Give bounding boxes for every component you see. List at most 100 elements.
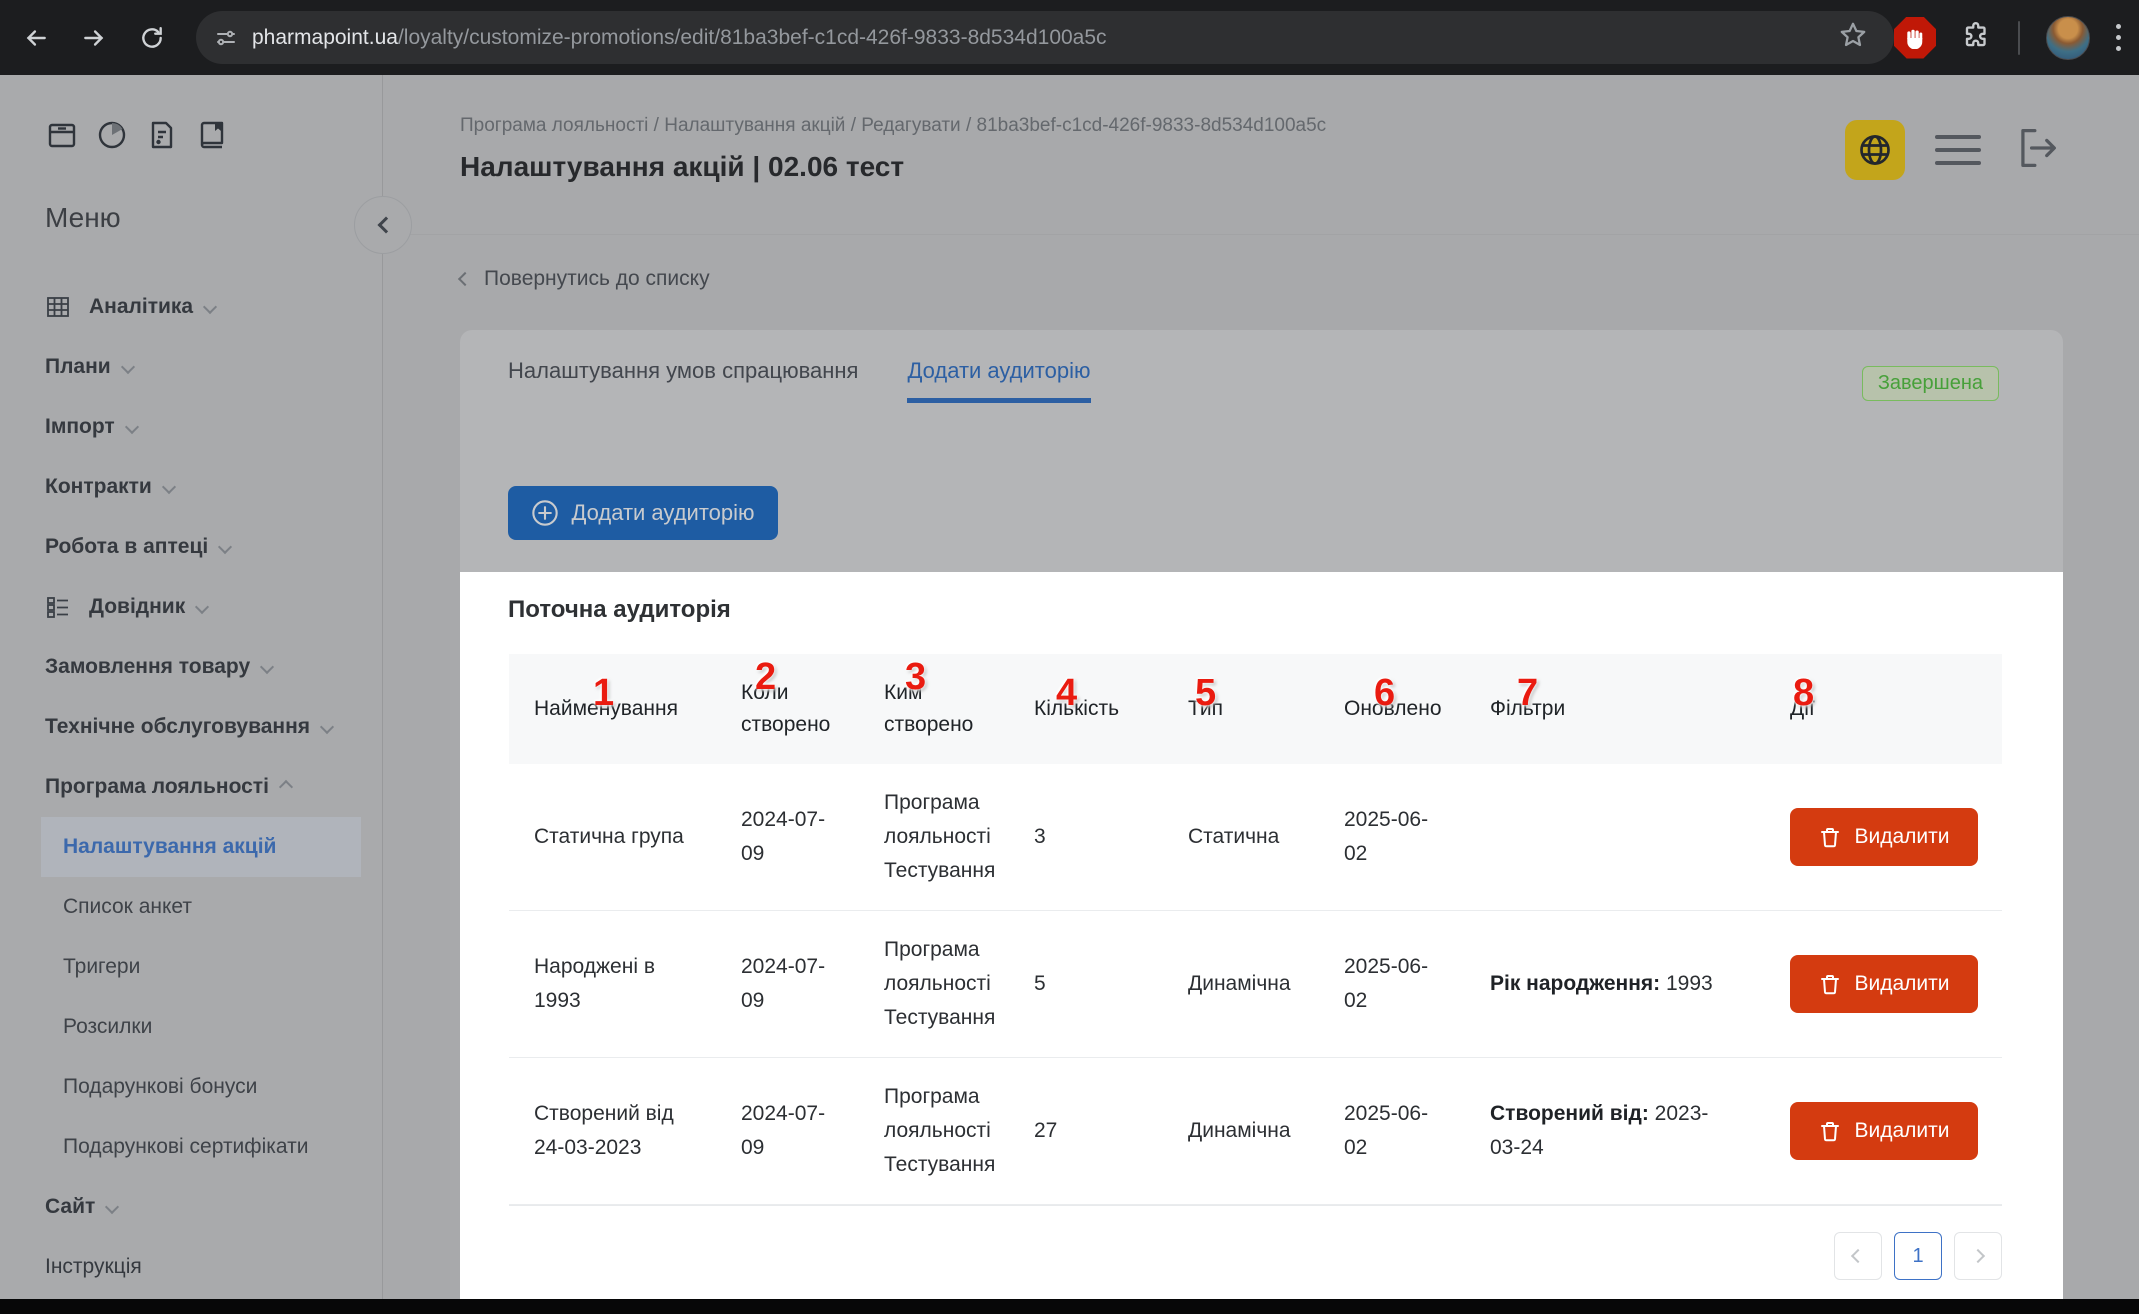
sidebar-item-label: Замовлення товару <box>45 655 250 679</box>
sidebar-item-label: Аналітика <box>89 295 193 319</box>
language-globe-button[interactable] <box>1845 120 1905 180</box>
delete-button[interactable]: Видалити <box>1790 808 1978 866</box>
address-bar[interactable]: pharmapoint.ua/loyalty/customize-promoti… <box>196 11 1894 64</box>
add-audience-button[interactable]: Додати аудиторію <box>508 486 778 540</box>
pagination-prev-button[interactable] <box>1834 1232 1882 1280</box>
delete-button[interactable]: Видалити <box>1790 955 1978 1013</box>
table-row: Створений від 24-03-2023 2024-07-09 Прог… <box>509 1058 2002 1205</box>
sidebar-item[interactable]: Інструкція <box>0 1237 382 1297</box>
sidebar-item[interactable]: Програма лояльності <box>0 757 382 817</box>
cell-name: Створений від 24-03-2023 <box>534 1097 741 1165</box>
pie-chart-icon[interactable] <box>95 118 129 152</box>
annotation-number: 8 <box>1793 677 1814 709</box>
sidebar-collapse-button[interactable] <box>354 196 412 254</box>
sidebar-item[interactable]: Подарункові сертифікати <box>0 1117 382 1177</box>
hamburger-menu-icon[interactable] <box>1935 135 1981 165</box>
annotation-number: 7 <box>1517 677 1538 709</box>
tab-conditions[interactable]: Налаштування умов спрацювання <box>508 358 858 403</box>
cell-name: Статична група <box>534 820 741 854</box>
bookmark-star-icon[interactable] <box>1838 20 1868 55</box>
chevron-down-icon <box>195 600 209 614</box>
annotation-number: 2 <box>755 661 776 693</box>
rows-icon <box>45 594 71 620</box>
sidebar-item[interactable]: Замовлення товару <box>0 637 382 697</box>
sidebar-item[interactable]: Технічне обслуговування <box>0 697 382 757</box>
document-icon[interactable] <box>145 118 179 152</box>
chevron-down-icon <box>218 540 232 554</box>
cell-type: Динамічна <box>1188 967 1344 1001</box>
column-header: 4Кількість <box>1034 693 1188 725</box>
sidebar-item-label: Список анкет <box>63 895 192 919</box>
box-icon[interactable] <box>45 118 79 152</box>
sidebar-item-label: Налаштування акцій <box>63 835 276 859</box>
sidebar-item-label: Подарункові бонуси <box>63 1075 257 1099</box>
cell-created-by: Програма лояльності Тестування <box>884 933 1034 1035</box>
cell-filters: Рік народження: 1993 <box>1490 967 1790 1001</box>
sidebar-item-label: Робота в аптеці <box>45 535 208 559</box>
annotation-number: 5 <box>1195 677 1216 709</box>
sidebar-item-label: Плани <box>45 355 111 379</box>
sidebar-item-label: Імпорт <box>45 415 115 439</box>
status-badge: Завершена <box>1862 366 1999 401</box>
sidebar-item-label: Програма лояльності <box>45 775 269 799</box>
annotation-number: 4 <box>1056 677 1077 709</box>
cell-name: Народжені в 1993 <box>534 950 741 1018</box>
cell-filters: Створений від: 2023-03-24 <box>1490 1097 1790 1165</box>
screen-bottom-strip <box>0 1299 2139 1314</box>
chevron-right-icon <box>1971 1249 1985 1263</box>
cell-updated: 2025-06-02 <box>1344 950 1490 1018</box>
chevron-down-icon <box>260 660 274 674</box>
chevron-left-icon <box>458 272 472 286</box>
back-to-list-link[interactable]: Повернутись до списку <box>460 267 710 291</box>
sidebar-item[interactable]: Імпорт <box>0 397 382 457</box>
sidebar-item[interactable]: Розсилки <box>0 997 382 1057</box>
browser-forward-icon[interactable] <box>72 16 116 60</box>
table-row: Статична група 2024-07-09 Програма лояль… <box>509 764 2002 911</box>
tab-add-audience[interactable]: Додати аудиторію <box>907 358 1090 403</box>
pagination-page-button[interactable]: 1 <box>1894 1232 1942 1280</box>
column-header: 2Коли створено <box>741 677 884 741</box>
sidebar-item[interactable]: Довідник <box>0 577 382 637</box>
chevron-left-icon <box>1851 1249 1865 1263</box>
cell-actions: Видалити <box>1790 955 2002 1013</box>
menu-heading: Меню <box>0 152 382 234</box>
chevron-down-icon <box>203 300 217 314</box>
chevron-down-icon <box>105 1200 119 1214</box>
sidebar-item-label: Інструкція <box>45 1255 142 1279</box>
sidebar-item[interactable]: Подарункові бонуси <box>0 1057 382 1117</box>
cell-count: 3 <box>1034 820 1188 854</box>
sidebar-item-label: Подарункові сертифікати <box>63 1135 308 1159</box>
column-header: 1Найменування <box>534 693 741 725</box>
chevron-down-icon <box>125 420 139 434</box>
grid-icon <box>45 294 71 320</box>
sidebar-item[interactable]: Тригери <box>0 937 382 997</box>
book-icon[interactable] <box>195 118 229 152</box>
browser-menu-icon[interactable] <box>2116 24 2121 51</box>
sidebar-item[interactable]: Аналітика <box>0 277 382 337</box>
sidebar-item[interactable]: Сайт <box>0 1177 382 1237</box>
cell-type: Динамічна <box>1188 1114 1344 1148</box>
adblock-extension-icon[interactable] <box>1894 17 1936 59</box>
sidebar-item-label: Розсилки <box>63 1015 152 1039</box>
site-info-icon[interactable] <box>214 26 238 50</box>
audience-table: 1Найменування2Коли створено3Ким створено… <box>509 654 2002 1205</box>
cell-updated: 2025-06-02 <box>1344 803 1490 871</box>
sidebar-item[interactable]: Налаштування акцій <box>41 817 361 877</box>
cell-actions: Видалити <box>1790 808 2002 866</box>
sidebar-item[interactable]: Список анкет <box>0 877 382 937</box>
pagination-next-button[interactable] <box>1954 1232 2002 1280</box>
profile-avatar[interactable] <box>2046 16 2090 60</box>
column-header: 3Ким створено <box>884 677 1034 741</box>
sidebar-item[interactable]: Робота в аптеці <box>0 517 382 577</box>
sidebar-item[interactable]: Контракти <box>0 457 382 517</box>
column-header: 7Фільтри <box>1490 693 1790 725</box>
extensions-puzzle-icon[interactable] <box>1962 20 1992 55</box>
cell-count: 5 <box>1034 967 1188 1001</box>
logout-icon[interactable] <box>2011 122 2063 179</box>
sidebar-item[interactable]: Плани <box>0 337 382 397</box>
browser-back-icon[interactable] <box>14 16 58 60</box>
delete-button[interactable]: Видалити <box>1790 1102 1978 1160</box>
browser-reload-icon[interactable] <box>130 16 174 60</box>
column-header: 5Тип <box>1188 693 1344 725</box>
cell-actions: Видалити <box>1790 1102 2002 1160</box>
